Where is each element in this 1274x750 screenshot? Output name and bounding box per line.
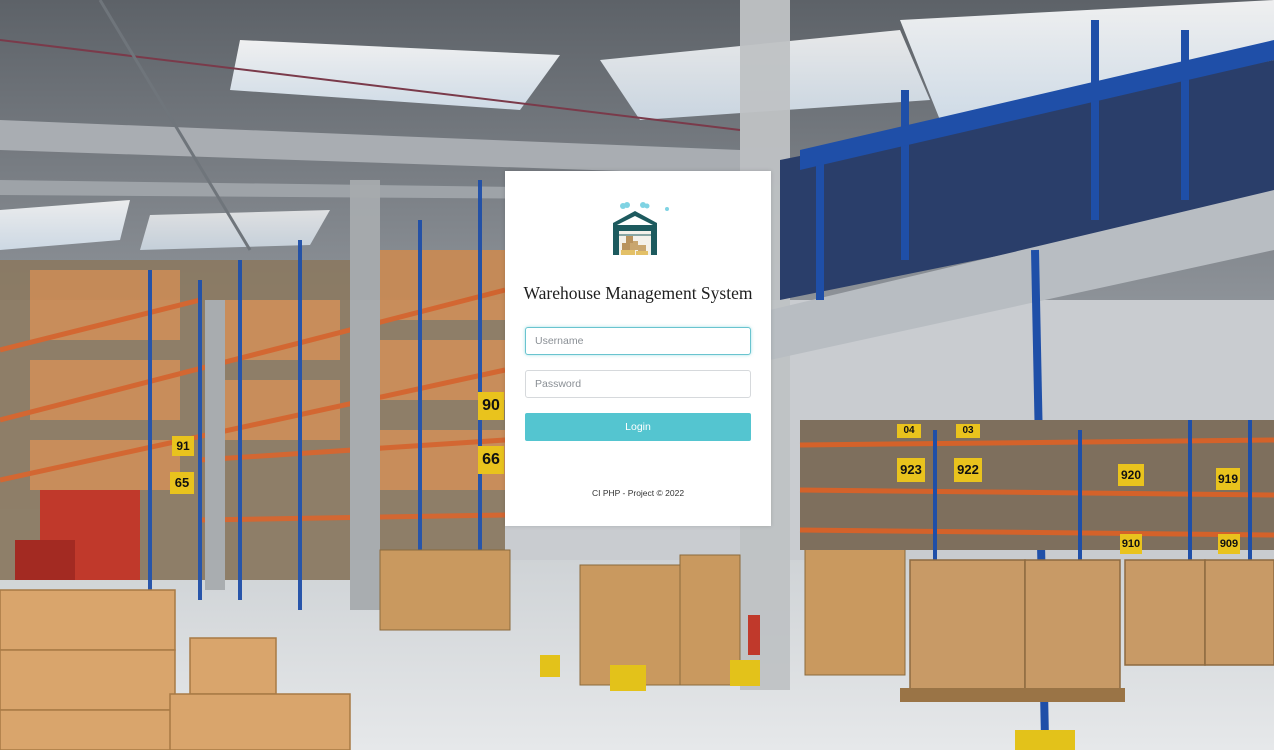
footer-copyright: CI PHP - Project © 2022 [591,488,685,498]
login-card: Warehouse Management System Login CI PHP… [505,171,771,526]
rack-sign: 910 [1120,534,1142,554]
warehouse-logo-icon [609,201,673,259]
rack-sign: 920 [1118,464,1144,486]
rack-sign: 65 [170,472,194,494]
rack-sign: 919 [1216,468,1240,490]
rack-sign: 91 [172,436,194,456]
password-input[interactable] [525,370,751,398]
rack-sign: 66 [478,446,504,474]
rack-sign: 04 [897,424,921,438]
rack-sign: 03 [956,424,980,438]
page-title: Warehouse Management System [523,283,753,303]
rack-sign: 909 [1218,534,1240,554]
rack-sign: 922 [954,458,982,482]
rack-sign: 90 [478,392,504,420]
login-button[interactable]: Login [525,413,751,441]
rack-sign: 923 [897,458,925,482]
username-input[interactable] [525,327,751,355]
